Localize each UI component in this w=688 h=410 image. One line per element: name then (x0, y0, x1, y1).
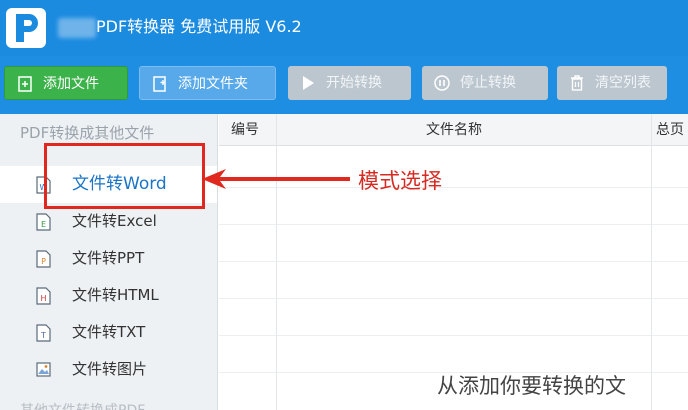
row-divider (219, 298, 688, 299)
ppt-file-icon: P (36, 250, 51, 268)
svg-text:T: T (40, 331, 46, 340)
sidebar-section-title-secondary[interactable]: 其他文件转换成PDF (20, 400, 145, 410)
sidebar-section-title[interactable]: PDF转换成其他文件 (20, 122, 154, 143)
sidebar-item-label: 文件转TXT (72, 323, 146, 341)
column-header-pages[interactable]: 总页 (656, 114, 684, 146)
sidebar-item-ppt[interactable]: P 文件转PPT (0, 240, 217, 277)
add-file-label: 添加文件 (43, 76, 99, 92)
add-file-icon (18, 76, 32, 92)
add-folder-button[interactable]: 添加文件夹 (139, 66, 276, 100)
start-convert-button[interactable]: 开始转换 (288, 66, 411, 100)
sidebar-item-txt[interactable]: T 文件转TXT (0, 314, 217, 351)
sidebar-item-label: 文件转HTML (72, 286, 159, 304)
row-divider (219, 261, 688, 262)
svg-text:E: E (41, 220, 46, 229)
app-logo-icon (6, 8, 46, 48)
annotation-arrow-icon (202, 169, 350, 189)
sidebar-item-html[interactable]: H 文件转HTML (0, 277, 217, 314)
title-bar: PDF转换器 免费试用版 V6.2 (0, 0, 688, 56)
column-divider (276, 114, 277, 410)
add-folder-icon (153, 76, 166, 92)
add-file-button[interactable]: 添加文件 (4, 66, 128, 100)
column-header-number[interactable]: 编号 (231, 114, 259, 146)
sidebar-item-label: 文件转PPT (72, 249, 145, 267)
annotation-highlight-box (44, 143, 205, 209)
clear-list-label: 清空列表 (595, 75, 651, 91)
svg-text:H: H (40, 294, 46, 303)
txt-file-icon: T (36, 324, 51, 342)
trash-icon (571, 75, 583, 91)
image-file-icon (36, 362, 51, 377)
row-divider (219, 224, 688, 225)
stop-convert-label: 停止转换 (460, 75, 516, 91)
table-header: 编号 文件名称 总页 (219, 114, 688, 146)
annotation-label: 模式选择 (358, 169, 442, 193)
empty-list-hint: 从添加你要转换的文 (437, 374, 626, 398)
sidebar-item-label: 文件转图片 (72, 360, 148, 378)
add-folder-label: 添加文件夹 (178, 76, 248, 92)
file-table: 编号 文件名称 总页 从添加你要转换的文 (219, 114, 688, 410)
blurred-brand (58, 18, 96, 38)
sidebar-item-image[interactable]: 文件转图片 (0, 351, 217, 388)
start-convert-label: 开始转换 (326, 75, 382, 91)
play-icon (303, 76, 314, 90)
stop-convert-button[interactable]: 停止转换 (422, 66, 548, 100)
window-title: PDF转换器 免费试用版 V6.2 (96, 17, 302, 36)
pause-icon (434, 75, 450, 91)
column-divider (651, 114, 652, 410)
excel-file-icon: E (36, 213, 51, 231)
html-file-icon: H (36, 287, 51, 305)
svg-text:P: P (41, 257, 46, 266)
column-header-filename[interactable]: 文件名称 (426, 114, 482, 146)
toolbar: 添加文件 添加文件夹 开始转换 停止转换 清空列表 (0, 56, 688, 114)
clear-list-button[interactable]: 清空列表 (557, 66, 667, 100)
row-divider (219, 335, 688, 336)
